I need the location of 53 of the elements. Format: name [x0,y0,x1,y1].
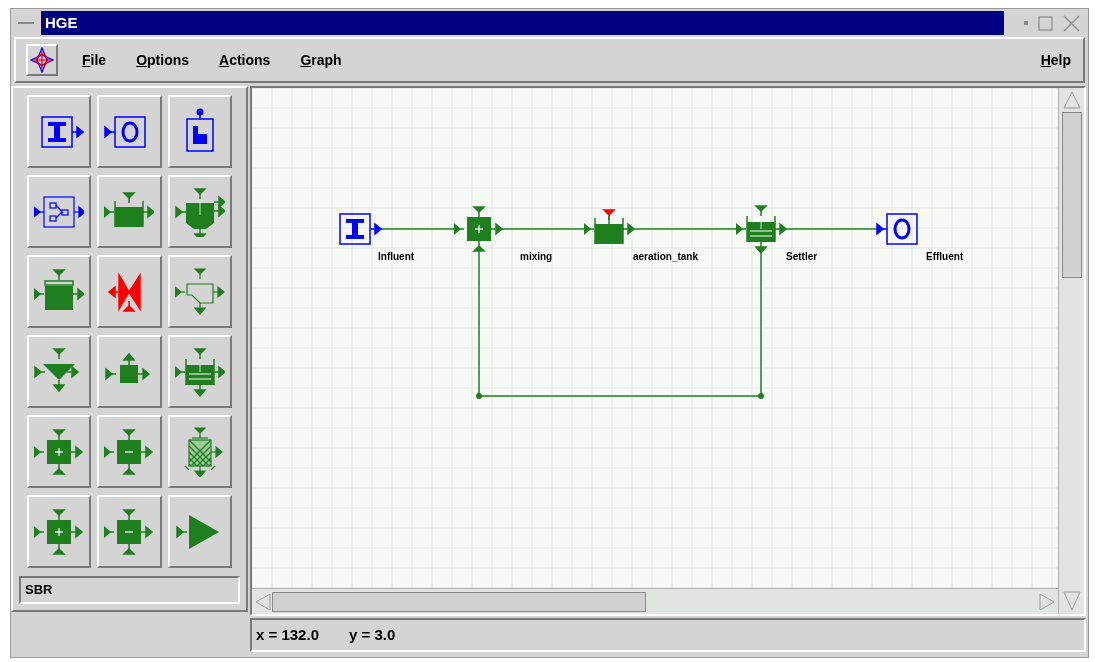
app-logo-button[interactable] [26,44,58,76]
process-node[interactable] [877,214,917,244]
palette-tool-button[interactable] [97,255,162,328]
vertical-scrollbar[interactable] [1058,88,1084,614]
tool-icon [104,506,155,557]
process-node[interactable] [340,214,381,244]
recycle-line[interactable] [476,250,764,399]
process-node[interactable] [584,210,634,244]
palette-tool-button[interactable] [167,335,232,408]
palette-tool-button[interactable] [97,175,162,248]
node-label: mixing [520,251,553,262]
scrollbar-thumb[interactable] [272,591,646,612]
palette-tool-button[interactable] [167,175,232,248]
compass-icon [30,47,54,73]
horizontal-scrollbar[interactable] [252,588,1058,614]
scrollbar-thumb[interactable] [1061,112,1082,278]
palette-tool-button[interactable] [97,495,162,568]
node-label: aeration_tank [633,251,699,262]
menu-item[interactable]: Graph [300,49,342,71]
palette-tool-button[interactable] [167,495,232,568]
palette-tool-button[interactable] [27,335,92,408]
menu-item[interactable]: Actions [219,49,271,71]
model-field[interactable]: SBR [19,576,240,604]
tool-icon [174,346,225,397]
process-node[interactable] [736,206,786,253]
menu-item[interactable]: Options [136,49,190,71]
model-name: SBR [25,581,53,600]
tool-icon [174,186,225,237]
palette-tool-button[interactable] [167,255,232,328]
window-title: HGE [45,12,78,33]
palette-tool-button[interactable] [97,335,162,408]
menu-item[interactable]: File [82,49,107,71]
palette-tool-button[interactable] [97,95,162,168]
y-coordinate: y = 3.0 [349,624,396,645]
process-node[interactable] [454,207,502,251]
tool-icon [34,426,85,477]
palette-tool-button[interactable] [27,95,92,168]
tool-icon [104,426,155,477]
tool-icon [34,506,85,557]
x-coordinate: x = 132.0 [256,624,319,645]
tool-icon [174,266,225,317]
palette-tool-button[interactable] [27,495,92,568]
node-label: Settler [786,251,818,262]
palette-tool-button[interactable] [167,415,232,488]
node-label: Influent [378,251,415,262]
palette-tool-button[interactable] [97,415,162,488]
graph-canvas[interactable]: Influent mixing aeration_tank Settler Effluent [252,88,1058,588]
palette-tool-button[interactable] [27,415,92,488]
help-menu[interactable]: Help [1040,49,1071,71]
palette-tool-button[interactable] [27,255,92,328]
node-label: Effluent [926,251,964,262]
palette-tool-button[interactable] [167,95,232,168]
palette-tool-button[interactable] [27,175,92,248]
